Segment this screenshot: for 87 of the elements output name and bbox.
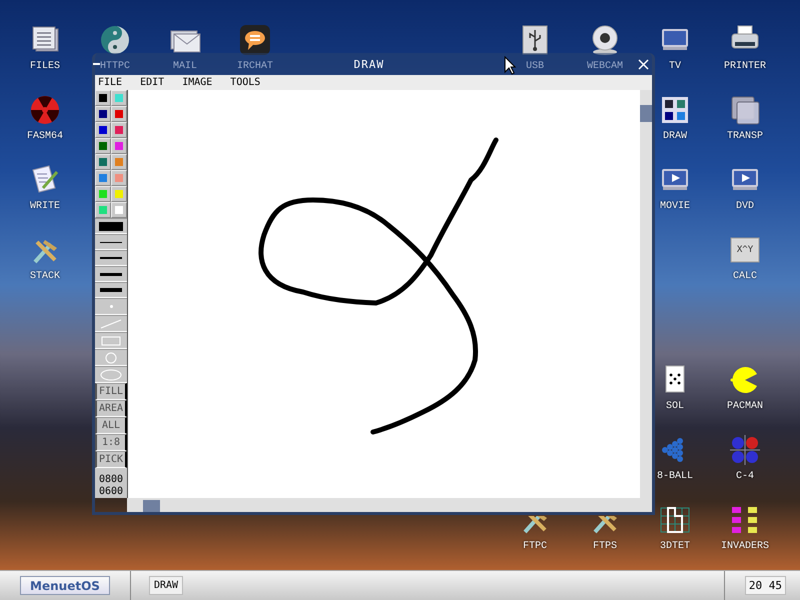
tool-button[interactable]: AREA	[95, 400, 127, 417]
horizontal-scrollbar[interactable]	[127, 498, 652, 512]
color-swatch-button[interactable]	[111, 90, 127, 106]
shape-tool-button[interactable]	[95, 315, 127, 332]
color-swatch-button[interactable]	[111, 122, 127, 138]
desktop-icon-label[interactable]: IRCHAT	[236, 60, 273, 73]
desktop-icon-label[interactable]: C-4	[736, 470, 754, 483]
desktop-icon-label[interactable]: MOVIE	[660, 200, 690, 213]
line-width-button[interactable]	[95, 218, 127, 234]
rectangle-icon	[100, 334, 122, 346]
color-swatch-button[interactable]	[111, 186, 127, 202]
shape-tool-button[interactable]	[95, 366, 127, 383]
color-swatch-button[interactable]	[95, 186, 111, 202]
desktop-icon-label[interactable]: MAIL	[172, 60, 197, 73]
tool-button[interactable]: PICK	[95, 451, 127, 468]
ellipse-icon	[100, 368, 122, 380]
color-swatch-button[interactable]	[95, 154, 111, 170]
color-swatch-button[interactable]	[111, 202, 127, 218]
desktop-icon-label[interactable]: FTPS	[592, 540, 617, 553]
palette-grid-icon[interactable]	[659, 94, 691, 126]
image-size-value: 0800	[98, 474, 124, 486]
mouse-cursor-icon	[504, 56, 516, 75]
vertical-scrollbar[interactable]	[640, 90, 652, 498]
color-swatch-button[interactable]	[95, 202, 111, 218]
key-label: X^Y	[736, 244, 754, 257]
desktop-icon-label[interactable]: WEBCAM	[586, 60, 623, 73]
desktop-icon-label[interactable]: PRINTER	[724, 60, 766, 73]
color-swatch-button[interactable]	[95, 106, 111, 122]
minimize-icon	[93, 63, 100, 65]
menu-item[interactable]: FILE	[98, 77, 122, 88]
desktop-icon-label[interactable]: INVADERS	[720, 540, 769, 553]
color-swatch-button[interactable]	[95, 170, 111, 186]
close-button[interactable]	[638, 58, 649, 70]
desktop-icon-label[interactable]: TRANSP	[726, 130, 763, 143]
desktop-icon-label[interactable]: HTTPC	[100, 60, 130, 73]
line-width-button[interactable]	[95, 234, 127, 250]
color-swatch-button[interactable]	[111, 154, 127, 170]
block-grid-icon[interactable]	[659, 504, 691, 536]
desktop-icon-label[interactable]: STACK	[30, 270, 60, 283]
desktop-icon-label[interactable]: FTPC	[522, 540, 547, 553]
shape-tool-button[interactable]	[95, 332, 127, 349]
desktop-icon-label[interactable]: DRAW	[662, 130, 687, 143]
line-width-button[interactable]	[95, 266, 127, 282]
scroll-thumb[interactable]	[640, 105, 652, 122]
desktop-icon-label[interactable]: PACMAN	[726, 400, 763, 413]
menu-item[interactable]: IMAGE	[182, 77, 212, 88]
scroll-thumb[interactable]	[143, 500, 160, 512]
line-width-icon	[100, 288, 122, 292]
desktop-icon-label[interactable]: WRITE	[30, 200, 60, 213]
menu-item[interactable]: TOOLS	[230, 77, 260, 88]
tool-button[interactable]: FILL	[95, 383, 127, 400]
color-swatch-button[interactable]	[95, 90, 111, 106]
desktop-icon-label[interactable]: 3DTET	[660, 540, 690, 553]
desktop-icon-label[interactable]: 8-BALL	[656, 470, 693, 483]
desktop-icon-label[interactable]: SOL	[666, 400, 684, 413]
overlapping-squares-icon[interactable]	[729, 94, 761, 126]
line-width-icon	[99, 222, 123, 230]
line-width-button[interactable]	[95, 282, 127, 298]
start-button[interactable]: MenuetOS	[20, 576, 110, 595]
window-title: DRAW	[354, 58, 384, 70]
speech-bubble-icon[interactable]	[239, 24, 271, 56]
color-swatch-button[interactable]	[111, 138, 127, 154]
color-swatch-button[interactable]	[111, 170, 127, 186]
line-icon	[100, 318, 122, 330]
desktop-icon-label[interactable]: CALC	[732, 270, 757, 283]
line-width-button[interactable]	[95, 250, 127, 266]
desktop-icon-label[interactable]: TV	[668, 60, 681, 73]
radiation-icon[interactable]	[29, 94, 61, 126]
taskbar-button[interactable]: DRAW	[149, 576, 184, 595]
color-swatch-button[interactable]	[95, 122, 111, 138]
color-swatch-button[interactable]	[111, 106, 127, 122]
clock: 20 45	[744, 576, 786, 595]
tool-button[interactable]: ALL	[95, 417, 127, 434]
color-swatch-button[interactable]	[95, 138, 111, 154]
desktop-icon-label[interactable]: DVD	[736, 200, 754, 213]
line-width-icon	[100, 272, 122, 276]
shape-tool-button[interactable]	[95, 349, 127, 366]
desktop-icon-label[interactable]: USB	[526, 60, 544, 73]
tool-button[interactable]: 1:8	[95, 434, 127, 451]
image-size-value: 0600	[98, 486, 124, 498]
desktop-icon-label[interactable]: FASM64	[26, 130, 63, 143]
four-circles-icon[interactable]	[729, 434, 761, 466]
yin-yang-icon[interactable]	[99, 24, 131, 56]
line-width-icon	[100, 257, 122, 259]
menu-item[interactable]: EDIT	[140, 77, 164, 88]
close-icon	[638, 58, 649, 70]
desktop-icon-label[interactable]: FILES	[30, 60, 60, 73]
